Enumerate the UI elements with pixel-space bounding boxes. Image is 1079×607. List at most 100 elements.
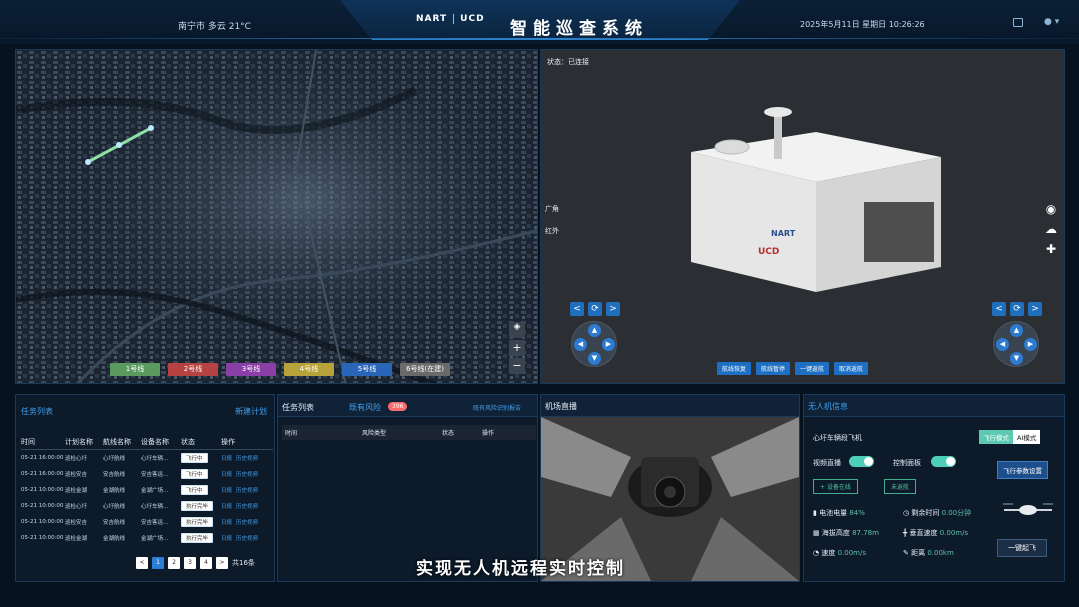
status-badge: 执行完毕: [181, 500, 214, 511]
tab-infrared[interactable]: 红外: [545, 226, 559, 236]
cancel-return-button[interactable]: 取消返航: [834, 362, 869, 375]
left-prev-button[interactable]: <: [570, 302, 584, 316]
route-chip-2[interactable]: 2号线: [168, 363, 218, 376]
left-refresh-button[interactable]: ⟳: [588, 302, 602, 316]
control-panel-label: 控制面板: [893, 459, 921, 467]
table-row[interactable]: 05-21 10:00:00 巡检金湖 金湖航线 金湖广场... 执行完毕 日报 历史视频: [21, 530, 273, 546]
zoom-out-button[interactable]: −: [509, 358, 525, 374]
tab-task-list[interactable]: 任务列表: [282, 402, 314, 413]
history-video-link[interactable]: 历史视频: [236, 456, 258, 462]
table-row[interactable]: 05-21 10:00:00 巡检安吉 安吉航线 安吉客运... 执行完毕 日报 历史视频: [21, 514, 273, 530]
right-control-row: < ⟳ >: [992, 302, 1042, 316]
task-list-panel: 任务列表 新建计划 时间 计划名称 航线名称 设备名称 状态 操作 05-21 16:00…: [15, 394, 275, 582]
video-live-toggle[interactable]: [849, 456, 874, 467]
not-returned-button[interactable]: 未返航: [884, 479, 917, 494]
route-chip-1[interactable]: 1号线: [110, 363, 160, 376]
route-chip-4[interactable]: 4号线: [284, 363, 334, 376]
right-next-button[interactable]: >: [1028, 302, 1042, 316]
cell-plan: 巡检金湖: [65, 487, 88, 494]
history-video-link[interactable]: 历史视频: [236, 488, 258, 494]
dpad-right-icon[interactable]: ▶: [1024, 338, 1037, 351]
daily-report-link[interactable]: 日报: [221, 504, 232, 510]
cell-time: 05-21 10:00:00: [21, 486, 64, 493]
top-header: 南宁市 多云 21°C NART UCD 智能巡查系统 2025年5月11日 星…: [0, 0, 1079, 44]
dpad-left-icon[interactable]: ◀: [996, 338, 1009, 351]
daily-report-link[interactable]: 日报: [221, 520, 232, 526]
user-menu-icon[interactable]: ● ▾: [1044, 17, 1059, 27]
col-time: 时间: [282, 425, 362, 440]
total-count: 共16条: [232, 559, 255, 567]
right-prev-button[interactable]: <: [992, 302, 1006, 316]
route-chip-5[interactable]: 5号线: [342, 363, 392, 376]
cell-actions: 日报 历史视频: [221, 482, 273, 498]
new-plan-link[interactable]: 新建计划: [235, 406, 267, 417]
dpad-down-icon[interactable]: ▼: [588, 352, 601, 365]
device-online-button[interactable]: + 设备在线: [813, 479, 858, 494]
tab-wide-angle[interactable]: 广角: [545, 204, 559, 214]
right-refresh-button[interactable]: ⟳: [1010, 302, 1024, 316]
route-chip-3[interactable]: 3号线: [226, 363, 276, 376]
table-row[interactable]: 05-21 10:00:00 巡检金湖 金湖航线 金湖广场... 飞行中 日报 历史视频: [21, 482, 273, 498]
table-row[interactable]: 05-21 16:00:00 巡检心圩 心圩航线 心圩车辆... 飞行中 日报 历史视频: [21, 450, 273, 466]
remaining-value: 0.00分钟: [941, 509, 972, 517]
layers-icon[interactable]: ◈: [509, 322, 525, 338]
page-next-button[interactable]: >: [216, 557, 228, 569]
flight-mode-tab[interactable]: 飞行模式: [979, 430, 1013, 444]
cell-status: 执行完毕: [181, 530, 221, 546]
route-chip-6[interactable]: 6号线(在建): [400, 363, 450, 376]
ucd-logo: UCD: [460, 14, 485, 24]
page-3-button[interactable]: 3: [184, 557, 196, 569]
ucd-mark: UCD: [758, 247, 779, 257]
page-1-button[interactable]: 1: [152, 557, 164, 569]
cell-actions: 日报 历史视频: [221, 530, 273, 546]
takeoff-button[interactable]: 一键起飞: [997, 539, 1047, 557]
dpad-down-icon[interactable]: ▼: [1010, 352, 1023, 365]
cloud-upload-icon[interactable]: ☁: [1044, 222, 1058, 236]
status-badge: 飞行中: [181, 484, 208, 495]
flight-params-button[interactable]: 飞行参数设置: [997, 461, 1048, 479]
cell-plan: 巡检心圩: [65, 455, 88, 462]
dpad-up-icon[interactable]: ▲: [1010, 324, 1023, 337]
route-resume-button[interactable]: 航线恢复: [717, 362, 752, 375]
dpad-right-icon[interactable]: ▶: [602, 338, 615, 351]
camera-icon[interactable]: ◉: [1044, 202, 1058, 216]
daily-report-link[interactable]: 日报: [221, 472, 232, 478]
cell-time: 05-21 10:00:00: [21, 518, 64, 525]
route-pause-button[interactable]: 航线暂停: [756, 362, 791, 375]
drone-station-view[interactable]: 状态：已连接 广角 红外 UCD NART ◉ ☁ ✚ < ⟳ > ▲ ◀ ▶ …: [540, 49, 1065, 384]
table-row[interactable]: 05-21 10:00:00 巡检心圩 心圩航线 心圩车辆... 执行完毕 日报 历史视频: [21, 498, 273, 514]
video-live-label: 视频直播: [813, 459, 841, 467]
monitor-icon[interactable]: [1013, 18, 1023, 27]
remaining-label: 剩余时间: [911, 509, 940, 517]
history-video-link[interactable]: 历史视频: [236, 504, 258, 510]
page-2-button[interactable]: 2: [168, 557, 180, 569]
history-video-link[interactable]: 历史视频: [236, 520, 258, 526]
risk-header: 任务列表 既有风险 396 既有风险识别报告: [278, 395, 537, 417]
vspeed-label: 垂直速度: [909, 529, 938, 537]
daily-report-link[interactable]: 日报: [221, 488, 232, 494]
zoom-in-button[interactable]: +: [509, 340, 525, 356]
ai-mode-tab[interactable]: AI模式: [1013, 430, 1041, 444]
speed-label: 速度: [821, 549, 836, 557]
dpad-up-icon[interactable]: ▲: [588, 324, 601, 337]
battery-label: 电池电量: [819, 509, 848, 517]
page-4-button[interactable]: 4: [200, 557, 212, 569]
crosshair-icon[interactable]: ✚: [1044, 242, 1058, 256]
return-home-button[interactable]: 一键返航: [795, 362, 830, 375]
dpad-left-icon[interactable]: ◀: [574, 338, 587, 351]
left-next-button[interactable]: >: [606, 302, 620, 316]
left-dpad[interactable]: ▲ ◀ ▶ ▼: [571, 321, 617, 367]
page-prev-button[interactable]: <: [136, 557, 148, 569]
daily-report-link[interactable]: 日报: [221, 536, 232, 542]
history-video-link[interactable]: 历史视频: [236, 536, 258, 542]
control-panel-toggle[interactable]: [931, 456, 956, 467]
risk-report-link[interactable]: 既有风险识别报告: [473, 403, 521, 412]
tab-existing-risk[interactable]: 既有风险: [349, 402, 381, 413]
cell-route: 金湖航线: [103, 487, 126, 494]
history-video-link[interactable]: 历史视频: [236, 472, 258, 478]
city-map[interactable]: ◈ + − 1号线 2号线 3号线 4号线 5号线 6号线(在建): [15, 49, 538, 384]
table-row[interactable]: 05-21 16:00:00 巡检安吉 安吉航线 安吉客运... 飞行中 日报 历史视频: [21, 466, 273, 482]
right-dpad[interactable]: ▲ ◀ ▶ ▼: [993, 321, 1039, 367]
daily-report-link[interactable]: 日报: [221, 456, 232, 462]
battery-value: 84%: [849, 509, 865, 517]
